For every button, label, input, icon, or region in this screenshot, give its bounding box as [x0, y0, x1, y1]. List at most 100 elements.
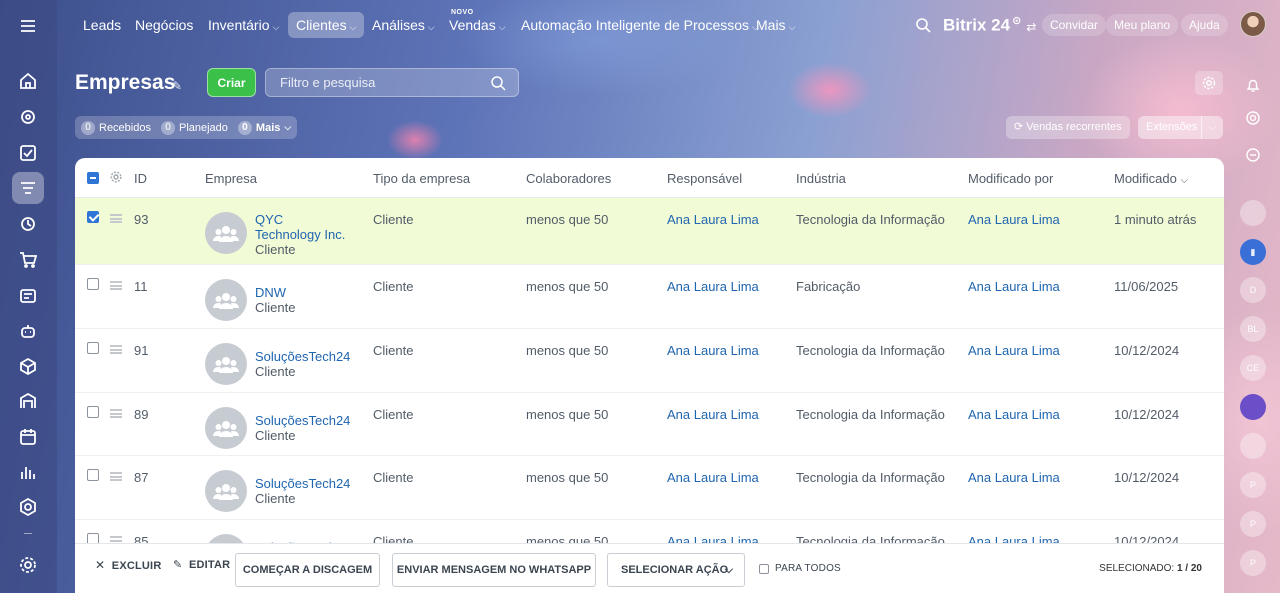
select-all-checkbox[interactable]: [87, 172, 99, 184]
tasks-icon[interactable]: [12, 137, 44, 169]
extensions-button[interactable]: Extensões ⌵: [1138, 116, 1223, 139]
contact-avatar[interactable]: [1240, 433, 1266, 459]
company-name-link[interactable]: QYC Technology Inc.: [255, 212, 345, 242]
table-row[interactable]: 89 SoluçõesTech24 Cliente Cliente menos que …: [75, 393, 1224, 456]
edit-button[interactable]: ✎ EDITAR: [173, 558, 230, 571]
nav-deals[interactable]: Negócios: [127, 12, 201, 38]
contact-avatar[interactable]: [1240, 394, 1266, 420]
pin-icon[interactable]: ✎: [172, 79, 182, 93]
nav-inventory[interactable]: Inventário ⌵: [200, 12, 287, 38]
inventory-icon[interactable]: [12, 350, 44, 382]
automation-icon[interactable]: [12, 491, 44, 523]
contact-avatar[interactable]: P: [1240, 550, 1266, 576]
contact-avatar[interactable]: [1240, 200, 1266, 226]
company-avatar[interactable]: [205, 279, 247, 321]
contact-avatar[interactable]: CE: [1240, 355, 1266, 381]
row-checkbox[interactable]: [87, 278, 99, 290]
warehouse-icon[interactable]: [12, 385, 44, 417]
counter-received[interactable]: 0 Recebidos: [81, 120, 151, 135]
responsible-link[interactable]: Ana Laura Lima: [667, 470, 759, 485]
modified-by-link[interactable]: Ana Laura Lima: [968, 470, 1060, 485]
crm-funnel-icon[interactable]: [12, 101, 44, 133]
company-name-link[interactable]: SoluçõesTech24: [255, 413, 350, 428]
search-icon[interactable]: [915, 17, 931, 33]
column-header-modified-by[interactable]: Modificado por: [968, 171, 1053, 186]
copilot-icon[interactable]: [1242, 107, 1264, 129]
search-input[interactable]: [266, 69, 486, 96]
row-checkbox[interactable]: [87, 211, 99, 223]
column-header-employees[interactable]: Colaboradores: [526, 171, 611, 186]
company-name-link[interactable]: DNW: [255, 285, 286, 300]
row-checkbox[interactable]: [87, 469, 99, 481]
calendar-icon[interactable]: [12, 421, 44, 453]
help-button[interactable]: Ajuda: [1181, 14, 1228, 36]
column-header-company[interactable]: Empresa: [205, 171, 257, 186]
select-action-dropdown[interactable]: SELECIONAR AÇÃO ⌵: [607, 553, 745, 587]
nav-more[interactable]: Mais ⌵: [748, 12, 803, 38]
column-header-type[interactable]: Tipo da empresa: [373, 171, 470, 186]
modified-by-link[interactable]: Ana Laura Lima: [968, 212, 1060, 227]
counter-more[interactable]: 0 Mais ⌵: [237, 120, 291, 135]
drag-handle-icon[interactable]: [110, 472, 122, 481]
nav-leads[interactable]: Leads: [75, 12, 129, 38]
responsible-link[interactable]: Ana Laura Lima: [667, 212, 759, 227]
page-settings-button[interactable]: [1195, 71, 1223, 95]
home-icon[interactable]: [12, 65, 44, 97]
column-header-modified[interactable]: Modificado ⌵: [1114, 171, 1188, 186]
nav-analytics[interactable]: Análises ⌵: [364, 12, 443, 38]
bot-icon[interactable]: [12, 315, 44, 347]
drag-handle-icon[interactable]: [110, 409, 122, 418]
nav-clients[interactable]: Clientes ⌵: [288, 12, 365, 38]
table-row[interactable]: 11 DNW Cliente Cliente menos que 50 Ana Laura…: [75, 265, 1224, 329]
contact-avatar[interactable]: BL: [1240, 316, 1266, 342]
recurring-sales-button[interactable]: ⟳ Vendas recorrentes: [1006, 116, 1130, 139]
contact-avatar[interactable]: P: [1240, 472, 1266, 498]
company-avatar[interactable]: [205, 470, 247, 512]
company-avatar[interactable]: [205, 212, 247, 254]
nav-automation[interactable]: Automação Inteligente de Processos ⌵: [513, 12, 767, 38]
search-icon[interactable]: [490, 75, 506, 91]
my-plan-button[interactable]: Meu plano: [1106, 14, 1179, 36]
invite-button[interactable]: Convidar: [1042, 14, 1107, 36]
company-name-link[interactable]: SoluçõesTech24: [255, 476, 350, 491]
delete-button[interactable]: ✕ EXCLUIR: [95, 558, 161, 572]
for-all-checkbox[interactable]: [759, 564, 769, 574]
contact-center-icon[interactable]: [12, 280, 44, 312]
table-row[interactable]: 87 SoluçõesTech24 Cliente Cliente menos que …: [75, 456, 1224, 520]
responsible-link[interactable]: Ana Laura Lima: [667, 407, 759, 422]
crm-icon[interactable]: [12, 172, 44, 204]
chat-icon[interactable]: [1242, 144, 1264, 166]
menu-icon[interactable]: [12, 10, 44, 42]
send-whatsapp-button[interactable]: ENVIAR MENSAGEM NO WHATSAPP: [392, 553, 596, 587]
bookmark-icon[interactable]: ▮: [1240, 239, 1266, 265]
responsible-link[interactable]: Ana Laura Lima: [667, 343, 759, 358]
drag-handle-icon[interactable]: [110, 281, 122, 290]
table-row[interactable]: 93 QYC Technology Inc. Cliente Cliente menos…: [75, 198, 1224, 265]
sales-icon[interactable]: [12, 208, 44, 240]
settings-icon[interactable]: [12, 549, 44, 581]
column-header-responsible[interactable]: Responsável: [667, 171, 742, 186]
bell-icon[interactable]: [1242, 74, 1264, 96]
contact-avatar[interactable]: P: [1240, 511, 1266, 537]
contact-avatar[interactable]: D: [1240, 277, 1266, 303]
cart-icon[interactable]: [12, 244, 44, 276]
create-button[interactable]: Criar: [207, 68, 256, 97]
company-avatar[interactable]: [205, 343, 247, 385]
modified-by-link[interactable]: Ana Laura Lima: [968, 279, 1060, 294]
row-checkbox[interactable]: [87, 342, 99, 354]
responsible-link[interactable]: Ana Laura Lima: [667, 279, 759, 294]
nav-sales[interactable]: Vendas ⌵: [441, 12, 514, 38]
drag-handle-icon[interactable]: [110, 345, 122, 354]
user-avatar[interactable]: [1240, 11, 1266, 37]
company-name-link[interactable]: SoluçõesTech24: [255, 349, 350, 364]
counter-planned[interactable]: 0 Planejado: [160, 120, 228, 135]
gear-icon[interactable]: [110, 171, 122, 183]
drag-handle-icon[interactable]: [110, 214, 122, 223]
modified-by-link[interactable]: Ana Laura Lima: [968, 343, 1060, 358]
column-header-industry[interactable]: Indústria: [796, 171, 846, 186]
column-header-id[interactable]: ID: [134, 171, 147, 186]
analytics-icon[interactable]: [12, 456, 44, 488]
start-dialing-button[interactable]: COMEÇAR A DISCAGEM: [235, 553, 380, 587]
modified-by-link[interactable]: Ana Laura Lima: [968, 407, 1060, 422]
table-row[interactable]: 91 SoluçõesTech24 Cliente Cliente menos que …: [75, 329, 1224, 393]
